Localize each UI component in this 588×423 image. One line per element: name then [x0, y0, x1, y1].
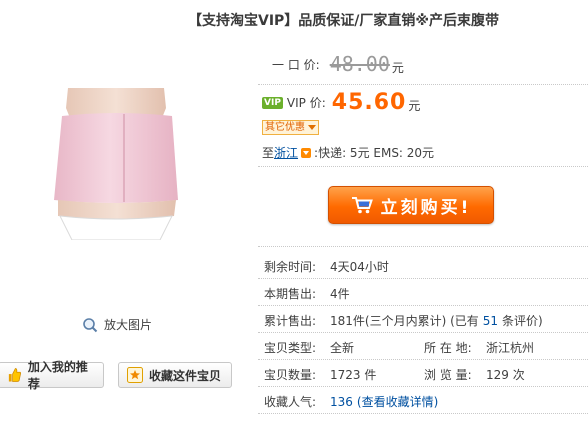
views-value: 129 次 — [486, 368, 525, 382]
divider — [258, 413, 588, 414]
location-value: 浙江杭州 — [486, 341, 535, 355]
divider — [258, 278, 588, 279]
product-title: 【支持淘宝VIP】品质保证/厂家直销※产后束腹带 — [188, 13, 500, 29]
product-image[interactable] — [40, 88, 192, 240]
fixed-price-label: 一 口 价: — [272, 57, 320, 72]
divider — [258, 305, 588, 306]
fixed-price-unit: 元 — [391, 60, 404, 75]
shopping-cart-icon — [351, 197, 373, 214]
divider — [258, 359, 588, 360]
favorites-label: 收藏人气: — [264, 395, 317, 409]
sold-period-label: 本期售出: — [264, 287, 317, 301]
sold-total-value: 181件(三个月内累计) (已有 — [330, 314, 479, 328]
time-left-row: 剩余时间: 4天04小时 — [264, 258, 389, 275]
time-left-value: 4天04小时 — [330, 260, 389, 274]
zoom-image-link[interactable]: 放大图片 — [82, 316, 152, 333]
divider — [258, 332, 588, 333]
quantity-views-row: 宝贝数量: 1723 件 浏 览 量: 129 次 — [264, 366, 588, 383]
destination-dropdown-icon[interactable] — [301, 147, 312, 158]
other-promotions-dropdown[interactable]: 其它优惠 — [262, 120, 319, 135]
divider — [258, 166, 588, 167]
abdominal-binder-image — [54, 88, 178, 240]
shipping-to-label: 至 — [262, 146, 275, 160]
original-price: 48.00 — [329, 52, 390, 76]
sold-period-row: 本期售出: 4件 — [264, 285, 350, 302]
zoom-label: 放大图片 — [104, 318, 153, 332]
add-recommend-label: 加入我的推荐 — [27, 360, 88, 391]
time-left-label: 剩余时间: — [264, 260, 317, 274]
favorites-count: 136 — [330, 394, 353, 409]
vip-price: 45.60 — [331, 90, 407, 115]
promo-row: 其它优惠 — [262, 120, 319, 135]
divider — [258, 246, 588, 247]
sold-total-label: 累计售出: — [264, 314, 317, 328]
review-suffix: 条评价) — [502, 314, 543, 328]
add-favorite-button[interactable]: 收藏这件宝贝 — [118, 362, 232, 388]
thumbs-up-icon — [8, 368, 22, 382]
divider — [258, 386, 588, 387]
favorites-details-link[interactable]: (查看收藏详情) — [357, 393, 438, 410]
buy-now-button[interactable]: 立刻购买! — [328, 186, 494, 224]
quantity-label: 宝贝数量: — [264, 368, 317, 382]
shipping-destination-link[interactable]: 浙江 — [274, 144, 298, 161]
divider — [258, 84, 588, 85]
add-recommend-button[interactable]: 加入我的推荐 — [0, 360, 104, 391]
vip-price-label: VIP 价: — [286, 96, 326, 110]
magnifier-icon — [83, 317, 98, 332]
location-label: 所 在 地: — [424, 341, 472, 355]
add-favorite-label: 收藏这件宝贝 — [149, 368, 222, 383]
buy-now-label: 立刻购买! — [380, 197, 472, 218]
item-type-label: 宝贝类型: — [264, 341, 317, 355]
vip-badge-icon: VIP — [262, 96, 283, 109]
vip-price-unit: 元 — [408, 99, 421, 113]
type-location-row: 宝贝类型: 全新 所 在 地: 浙江杭州 — [264, 339, 588, 356]
shipping-row: 至 浙江 :快递: 5元 EMS: 20元 — [262, 144, 434, 161]
sold-period-value: 4件 — [330, 287, 350, 301]
favorite-star-icon — [127, 367, 143, 383]
promo-label: 其它优惠 — [265, 122, 305, 133]
sold-total-row: 累计售出: 181件(三个月内累计) (已有 51 条评价) — [264, 312, 543, 329]
item-type-value: 全新 — [330, 341, 355, 355]
vip-price-row: VIP VIP 价: 45.60 元 — [262, 90, 420, 115]
review-count-link[interactable]: 51 — [483, 314, 498, 328]
shipping-rates: :快递: 5元 EMS: 20元 — [314, 146, 435, 160]
fixed-price-row: 一 口 价: 48.00 元 — [272, 52, 404, 76]
views-label: 浏 览 量: — [424, 368, 472, 382]
chevron-down-icon — [308, 125, 316, 130]
favorites-row: 收藏人气: 136 (查看收藏详情) — [264, 393, 438, 410]
quantity-value: 1723 件 — [330, 368, 377, 382]
